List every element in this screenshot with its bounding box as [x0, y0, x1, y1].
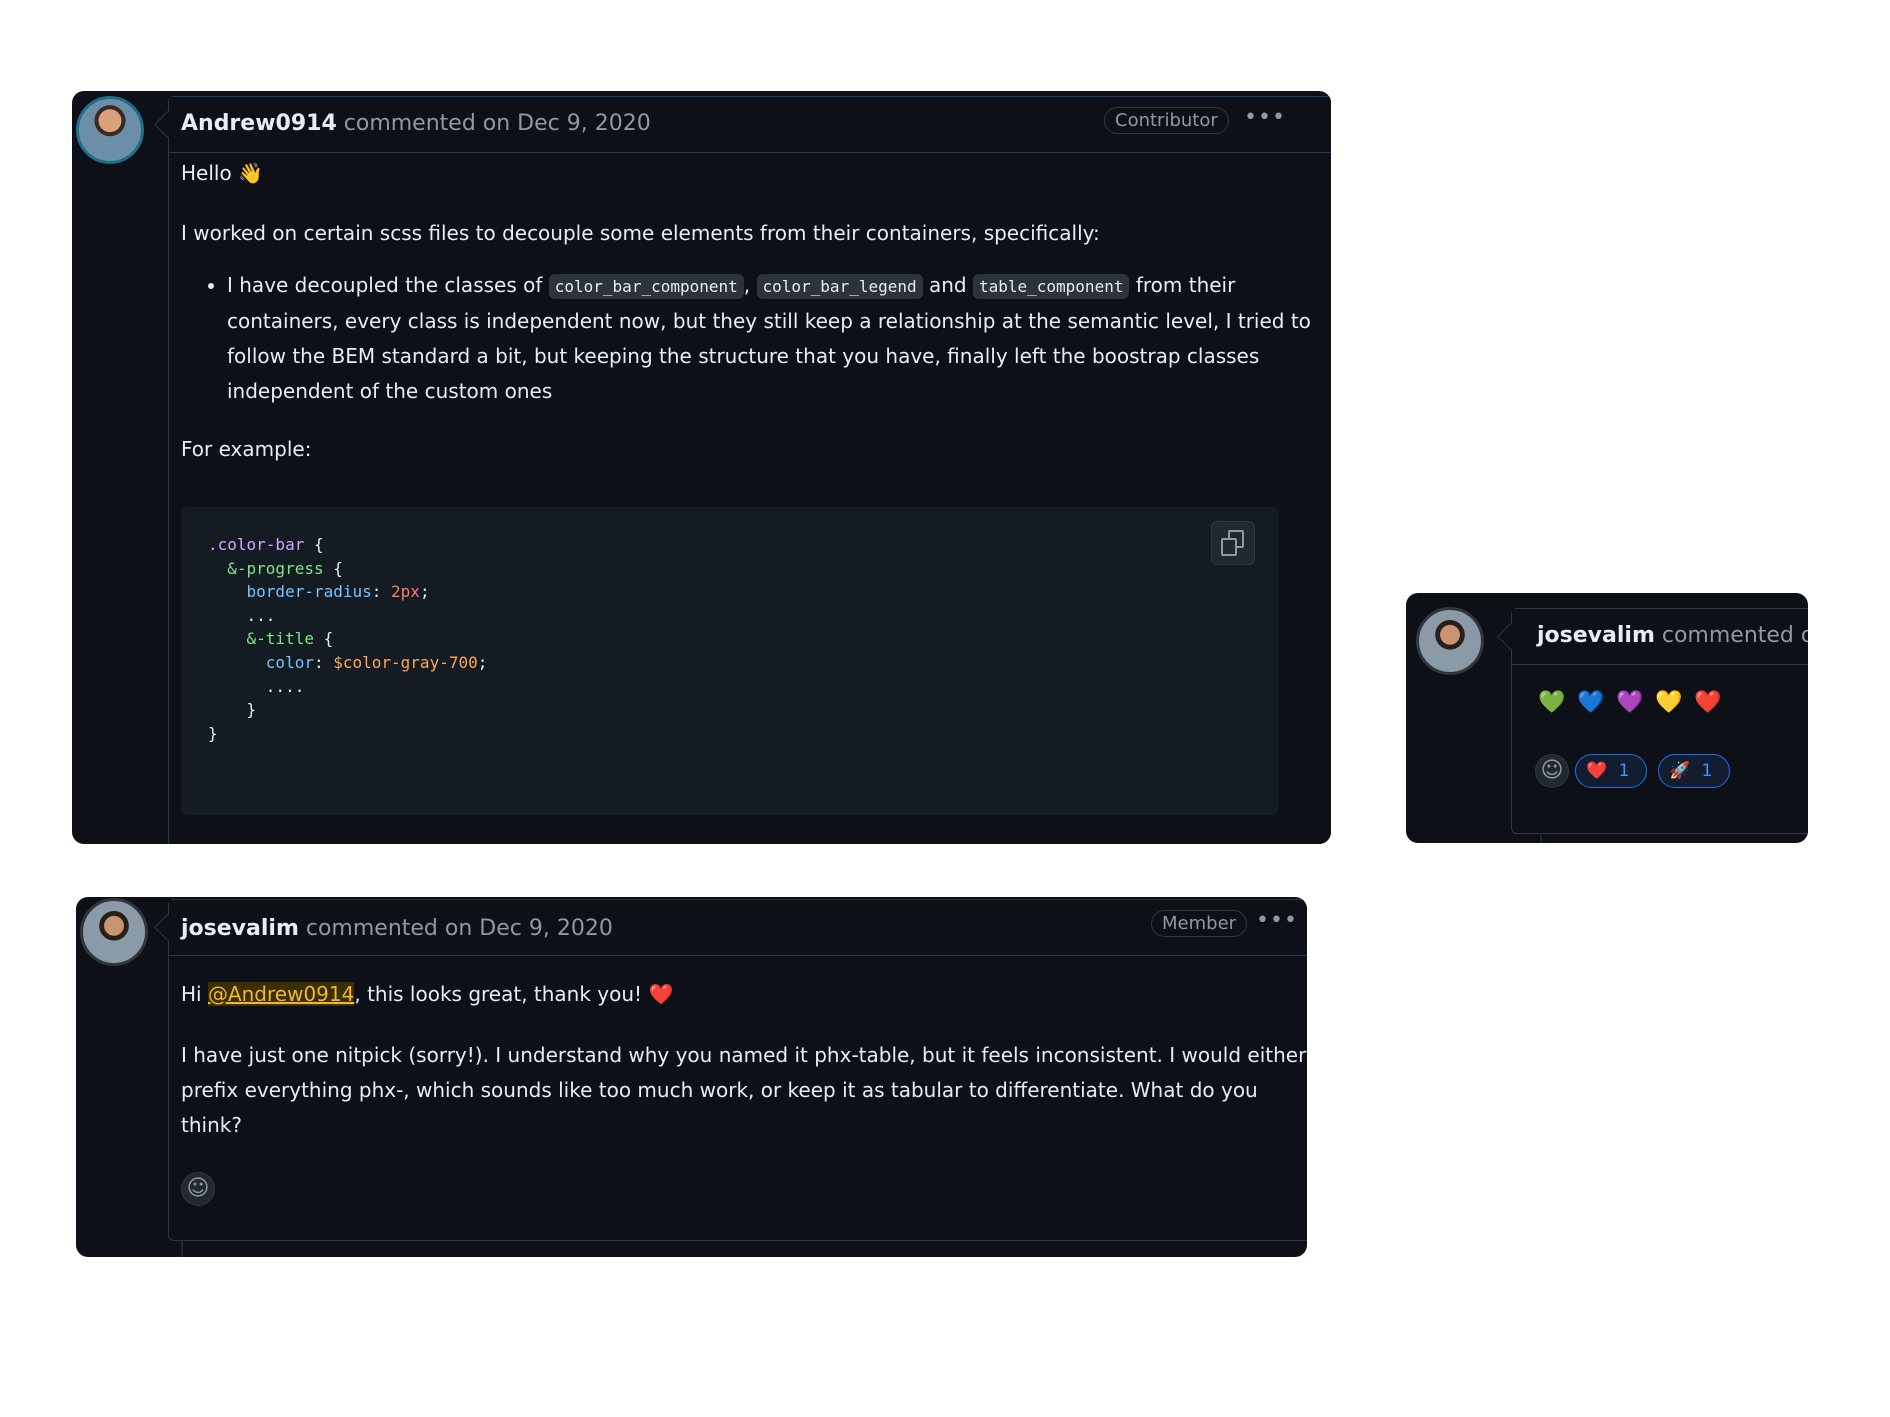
header-caret: [1497, 623, 1524, 650]
intro-paragraph: I worked on certain scss files to decoup…: [181, 221, 1100, 245]
member-badge: Member: [1151, 910, 1248, 937]
reaction-heart-button[interactable]: ❤️ 1: [1575, 754, 1647, 788]
nitpick-paragraph: I have just one nitpick (sorry!). I unde…: [181, 1043, 1307, 1137]
more-options-icon[interactable]: •••: [1244, 105, 1286, 130]
comment-header: Andrew0914 commented on Dec 9, 2020 Cont…: [154, 97, 1331, 153]
header-caret: [154, 914, 181, 941]
code-content: .color-bar { &-progress { border-radius:…: [208, 535, 488, 743]
author-name[interactable]: josevalim: [181, 916, 299, 941]
list-item: I have decoupled the classes of color_ba…: [227, 268, 1317, 409]
reply-line: Hi @Andrew0914, this looks great, thank …: [181, 982, 674, 1006]
more-options-icon[interactable]: •••: [1256, 908, 1298, 933]
code-block[interactable]: .color-bar { &-progress { border-radius:…: [181, 507, 1279, 815]
green-heart-icon: 💚: [1538, 690, 1566, 715]
comment-header: josevalim commented on Dec 9, 2020 Membe…: [154, 900, 1307, 956]
purple-heart-icon: 💜: [1616, 690, 1644, 715]
reaction-rocket-button[interactable]: 🚀 1: [1658, 754, 1730, 788]
blue-heart-icon: 💙: [1577, 690, 1605, 715]
heart-icon: ❤️: [1586, 761, 1608, 781]
avatar-josevalim[interactable]: [80, 898, 148, 966]
comment-header: josevalim commented on: [1497, 609, 1808, 665]
comment-body: Hi @Andrew0914, this looks great, thank …: [181, 977, 1307, 1143]
avatar-andrew[interactable]: [76, 96, 144, 164]
comment-box: Andrew0914 commented on Dec 9, 2020 Cont…: [154, 96, 1331, 844]
avatar-josevalim[interactable]: [1416, 607, 1484, 675]
user-mention-link[interactable]: @Andrew0914: [207, 982, 355, 1006]
comment-card-josevalim: josevalim commented on Dec 9, 2020 Membe…: [76, 897, 1307, 1257]
author-name[interactable]: Andrew0914: [181, 111, 337, 136]
inline-code: color_bar_component: [548, 274, 744, 299]
bullet-list: I have decoupled the classes of color_ba…: [181, 268, 1317, 409]
example-label: For example:: [181, 437, 312, 461]
inline-code: color_bar_legend: [756, 274, 923, 299]
add-reaction-button[interactable]: ☺: [1535, 754, 1569, 788]
comment-meta[interactable]: commented on: [1662, 623, 1808, 648]
copy-button[interactable]: [1211, 521, 1255, 565]
comment-box: josevalim commented on Dec 9, 2020 Membe…: [154, 899, 1307, 1241]
yellow-heart-icon: 💛: [1655, 690, 1683, 715]
smiley-icon: ☺: [1540, 758, 1564, 783]
inline-code: table_component: [972, 274, 1130, 299]
author-name[interactable]: josevalim: [1537, 623, 1655, 648]
heart-icon: ❤️: [648, 982, 674, 1006]
comment-meta[interactable]: commented on Dec 9, 2020: [344, 111, 651, 136]
red-heart-icon: ❤️: [1694, 690, 1722, 715]
reaction-count: 1: [1701, 761, 1713, 781]
comment-card-reactions: josevalim commented on 💚 💙 💜 💛 ❤️ ☺ ❤️ 1…: [1406, 593, 1808, 843]
add-reaction-button[interactable]: ☺: [181, 1172, 215, 1206]
greeting-line: Hello 👋: [181, 161, 263, 185]
smiley-icon: ☺: [186, 1176, 210, 1201]
comment-card-andrew: Andrew0914 commented on Dec 9, 2020 Cont…: [72, 91, 1331, 844]
reaction-count: 1: [1618, 761, 1630, 781]
comment-box: josevalim commented on 💚 💙 💜 💛 ❤️ ☺ ❤️ 1…: [1497, 608, 1808, 834]
wave-emoji-icon: 👋: [238, 161, 263, 185]
rocket-icon: 🚀: [1669, 761, 1691, 781]
contributor-badge: Contributor: [1104, 107, 1229, 134]
comment-body: Hello 👋 I worked on certain scss files t…: [181, 159, 1331, 464]
comment-meta[interactable]: commented on Dec 9, 2020: [306, 916, 613, 941]
header-caret: [154, 111, 181, 138]
